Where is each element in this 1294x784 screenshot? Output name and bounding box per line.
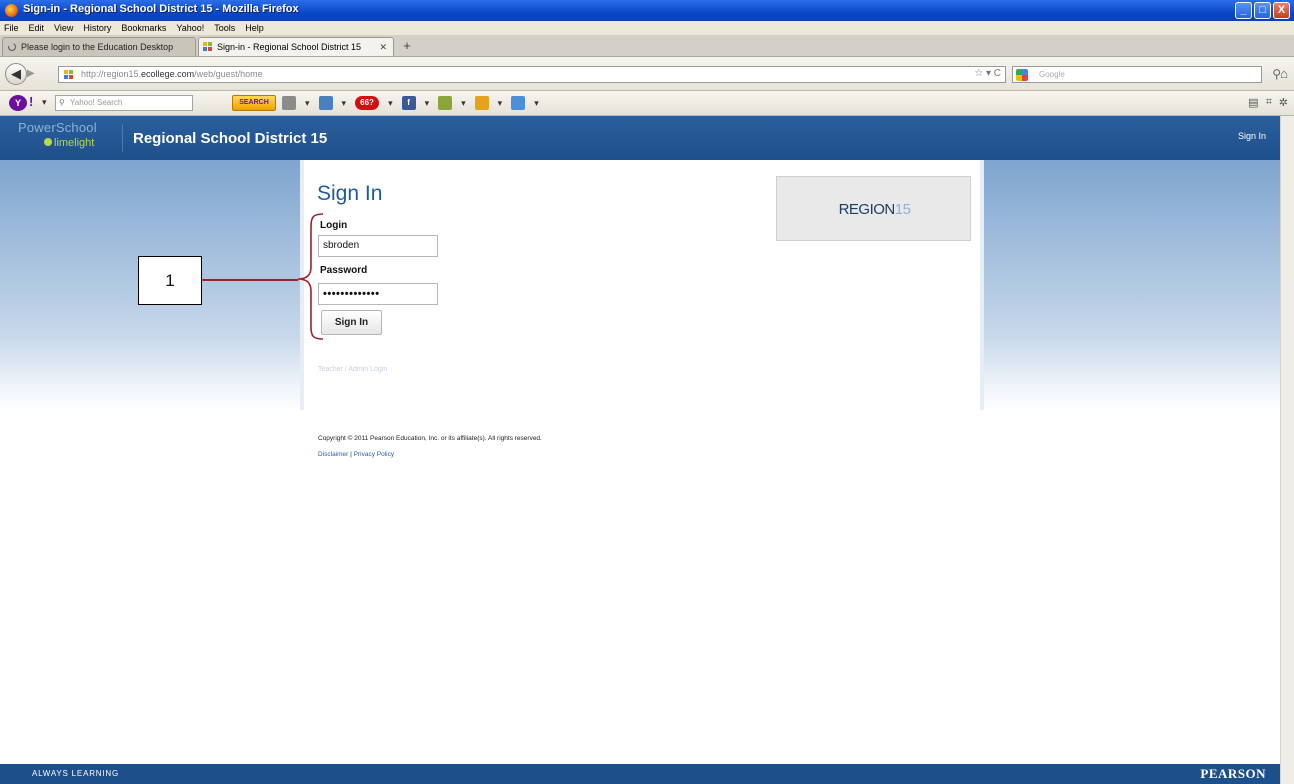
menu-edit[interactable]: Edit — [29, 21, 45, 35]
menu-bar: File Edit View History Bookmarks Yahoo! … — [0, 21, 1294, 35]
yahoo-toolbar-buttons: ▾ ▾ 66? ▾ f ▾ ▾ ▾ ▾ — [282, 96, 539, 110]
tab-label: Please login to the Education Desktop — [21, 42, 174, 52]
web-page: PowerSchool limelight Regional School Di… — [0, 116, 1280, 784]
limelight-icon — [44, 138, 52, 146]
maximize-button[interactable]: □ — [1254, 2, 1271, 19]
tab-education-desktop[interactable]: Please login to the Education Desktop — [2, 37, 196, 56]
header-divider — [122, 124, 123, 152]
minimize-button[interactable]: _ — [1235, 2, 1252, 19]
footer-links: Disclaimer | Privacy Policy — [318, 451, 394, 458]
tab-sign-in[interactable]: Sign-in - Regional School District 15 ✕ — [198, 37, 394, 56]
menu-help[interactable]: Help — [245, 21, 264, 35]
yahoo-search-button[interactable]: SEARCH — [232, 95, 276, 111]
login-input[interactable]: sbroden — [318, 235, 438, 257]
news-icon[interactable] — [438, 96, 453, 110]
search-icon: ⚲ — [59, 98, 65, 107]
password-input[interactable]: ••••••••••••• — [318, 283, 438, 305]
menu-file[interactable]: File — [4, 21, 19, 35]
bookmarks-icon[interactable] — [282, 96, 296, 110]
menu-history[interactable]: History — [83, 21, 111, 35]
site-identity-icon[interactable] — [64, 70, 74, 80]
copyright-text: Copyright © 2011 Pearson Education, Inc.… — [318, 435, 542, 442]
powerschool-logo[interactable]: PowerSchool — [18, 120, 97, 135]
close-window-button[interactable]: X — [1273, 2, 1290, 19]
site-favicon-icon — [203, 42, 212, 51]
new-tab-button[interactable]: + — [398, 39, 416, 54]
yahoo-toolbar-right: ▤ ⌗ ✲ — [1248, 96, 1288, 109]
menu-tools[interactable]: Tools — [214, 21, 235, 35]
tab-bar: Please login to the Education Desktop Si… — [0, 35, 1294, 57]
yahoo-logo-icon[interactable]: Y — [9, 95, 27, 111]
admin-login-link[interactable]: Teacher / Admin Login — [318, 366, 387, 373]
forward-button[interactable]: ▶ — [27, 67, 41, 81]
url-bar-actions: ☆ ▾ C — [974, 68, 1001, 79]
annotation-connector-line — [202, 279, 298, 281]
bookmark-star-icon[interactable]: ☆ — [974, 68, 983, 79]
tagline: ALWAYS LEARNING — [32, 769, 119, 778]
limelight-logo: limelight — [44, 137, 94, 149]
window-controls: _ □ X — [1235, 2, 1290, 19]
grid-icon[interactable]: ⌗ — [1266, 96, 1272, 109]
close-tab-icon[interactable]: ✕ — [379, 38, 387, 56]
yahoo-exclaim-icon: ! — [29, 94, 34, 109]
loading-icon — [7, 42, 17, 52]
region-logo: REGION15 — [776, 176, 971, 241]
calendar-icon[interactable] — [511, 96, 526, 110]
window-titlebar: Sign-in - Regional School District 15 - … — [0, 0, 1294, 21]
yahoo-toolbar: Y ! ▾ ⚲ Yahoo! Search SEARCH ▾ ▾ 66? ▾ f ▾… — [0, 91, 1294, 116]
yahoo-search-input[interactable]: ⚲ Yahoo! Search — [55, 95, 193, 111]
header-sign-in-link[interactable]: Sign In — [1238, 131, 1266, 141]
firefox-icon — [5, 4, 18, 17]
google-icon[interactable] — [1016, 69, 1028, 81]
tab-label: Sign-in - Regional School District 15 — [217, 42, 362, 52]
footer-separator: | — [350, 451, 352, 458]
menu-yahoo[interactable]: Yahoo! — [176, 21, 204, 35]
facebook-icon[interactable]: f — [401, 96, 416, 110]
reload-icon[interactable]: C — [994, 68, 1001, 79]
menu-view[interactable]: View — [54, 21, 73, 35]
mail-count-badge[interactable]: 66? — [355, 96, 380, 110]
site-header: PowerSchool limelight Regional School Di… — [0, 116, 1280, 160]
home-icon[interactable]: ⌂ — [1280, 66, 1288, 81]
district-name: Regional School District 15 — [133, 130, 328, 147]
sign-in-heading: Sign In — [317, 182, 383, 205]
url-text: http://region15.ecollege.com/web/guest/h… — [81, 69, 263, 79]
chevron-down-icon[interactable]: ▾ — [42, 97, 47, 108]
disclaimer-link[interactable]: Disclaimer — [318, 451, 348, 458]
menu-bookmarks[interactable]: Bookmarks — [121, 21, 166, 35]
screen: Sign-in - Regional School District 15 - … — [0, 0, 1294, 784]
pearson-logo: PEARSON — [1200, 766, 1266, 781]
back-button[interactable]: ◀ — [5, 63, 27, 85]
pearson-bottom-bar: ALWAYS LEARNING PEARSON — [0, 764, 1280, 784]
privacy-policy-link[interactable]: Privacy Policy — [354, 451, 394, 458]
annotation-callout: 1 — [138, 256, 202, 305]
url-bar[interactable]: http://region15.ecollege.com/web/guest/h… — [58, 66, 1006, 83]
weather-icon[interactable] — [474, 96, 489, 110]
search-bar[interactable]: Google ⚲ — [1012, 66, 1281, 83]
sign-in-button[interactable]: Sign In — [321, 310, 382, 335]
gear-icon[interactable]: ✲ — [1279, 96, 1288, 109]
yahoo-search-placeholder: Yahoo! Search — [70, 98, 123, 107]
region-logo-text: REGION15 — [838, 201, 911, 218]
password-label: Password — [320, 265, 368, 276]
mail-envelope-icon[interactable] — [318, 96, 333, 110]
window-title: Sign-in - Regional School District 15 - … — [23, 3, 299, 15]
vertical-scrollbar[interactable] — [1280, 116, 1294, 784]
navigation-toolbar: ◀ ▶ http://region15.ecollege.com/web/gue… — [0, 57, 1294, 91]
search-placeholder: Google — [1039, 70, 1065, 79]
page-icon[interactable]: ▤ — [1248, 96, 1258, 109]
annotation-bracket-icon — [297, 213, 324, 340]
